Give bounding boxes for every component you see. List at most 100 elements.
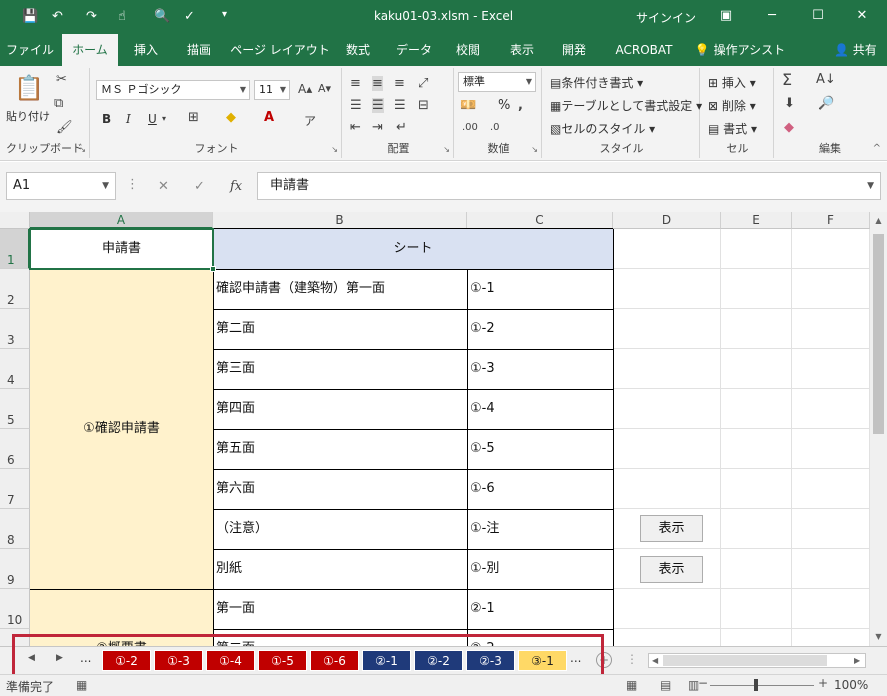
cell-c8[interactable]: ①-注 bbox=[470, 509, 610, 549]
row-header-8[interactable]: 8 bbox=[0, 509, 30, 549]
zoom-in-icon[interactable]: + bbox=[818, 676, 828, 690]
cell-styles-button[interactable]: ▧セルのスタイル ▾ bbox=[550, 120, 655, 137]
show-button-row8[interactable]: 表示 bbox=[640, 515, 703, 542]
format-cells-button[interactable]: ▤ 書式 ▾ bbox=[708, 120, 757, 137]
name-box[interactable]: A1 ▼ bbox=[6, 172, 116, 200]
scroll-right-icon[interactable]: ▶ bbox=[854, 654, 860, 667]
tab-review[interactable]: 校閲 bbox=[446, 34, 490, 66]
fill-handle[interactable] bbox=[210, 266, 216, 272]
row-header-10[interactable]: 10 bbox=[0, 589, 30, 629]
zoom-level[interactable]: 100% bbox=[834, 678, 868, 692]
row-header-5[interactable]: 5 bbox=[0, 389, 30, 429]
cell-b2[interactable]: 確認申請書（建築物）第一面 bbox=[216, 269, 466, 309]
tab-formulas[interactable]: 数式 bbox=[336, 34, 380, 66]
close-button[interactable]: ✕ bbox=[852, 6, 872, 26]
zoom-slider[interactable] bbox=[710, 685, 814, 686]
scroll-left-icon[interactable]: ◀ bbox=[652, 654, 658, 667]
horizontal-scroll-thumb[interactable] bbox=[663, 655, 827, 666]
paste-icon[interactable]: 📋 bbox=[14, 74, 44, 102]
tab-insert[interactable]: 挿入 bbox=[124, 34, 168, 66]
number-format-select[interactable]: 標準 ▼ bbox=[458, 72, 536, 92]
row-header-4[interactable]: 4 bbox=[0, 349, 30, 389]
align-middle-icon[interactable]: ≡ bbox=[372, 76, 383, 91]
cell-c10[interactable]: ②-1 bbox=[470, 589, 610, 629]
worksheet-grid[interactable]: A B C D E F 1 2 3 4 5 6 7 8 9 10 申請書 シート… bbox=[0, 212, 870, 646]
page-layout-view-icon[interactable]: ▤ bbox=[660, 678, 671, 692]
row-header-6[interactable]: 6 bbox=[0, 429, 30, 469]
normal-view-icon[interactable]: ▦ bbox=[626, 678, 637, 692]
wrap-text-icon[interactable]: ↵ bbox=[396, 120, 407, 135]
tab-home[interactable]: ホーム bbox=[62, 34, 118, 66]
tab-page-layout[interactable]: ページ レイアウト bbox=[230, 34, 330, 66]
align-bottom-icon[interactable]: ≡ bbox=[394, 76, 405, 91]
splitter-icon[interactable]: ⋮ bbox=[626, 652, 638, 666]
cell-b5[interactable]: 第四面 bbox=[216, 389, 466, 429]
font-launcher-icon[interactable]: ↘ bbox=[331, 145, 338, 154]
column-header-e[interactable]: E bbox=[721, 212, 792, 229]
cell-b10[interactable]: 第一面 bbox=[216, 589, 466, 629]
clipboard-launcher-icon[interactable]: ↘ bbox=[79, 145, 86, 154]
row-header-3[interactable]: 3 bbox=[0, 309, 30, 349]
vertical-scrollbar[interactable]: ▲ ▼ bbox=[870, 212, 887, 646]
cell-b9[interactable]: 別紙 bbox=[216, 549, 466, 589]
cell-b1[interactable]: シート bbox=[213, 229, 613, 269]
borders-icon[interactable]: ⊞ bbox=[188, 110, 199, 125]
collapse-ribbon-icon[interactable]: ^ bbox=[873, 143, 881, 154]
enter-icon[interactable]: ✓ bbox=[194, 179, 205, 194]
underline-button[interactable]: U bbox=[148, 112, 157, 126]
scroll-down-icon[interactable]: ▼ bbox=[870, 632, 887, 641]
cell-c2[interactable]: ①-1 bbox=[470, 269, 610, 309]
column-header-f[interactable]: F bbox=[792, 212, 870, 229]
insert-function-button[interactable]: fx bbox=[230, 179, 242, 194]
maximize-button[interactable]: ☐ bbox=[808, 6, 828, 26]
cell-b8[interactable]: （注意） bbox=[216, 509, 466, 549]
cell-c9[interactable]: ①-別 bbox=[470, 549, 610, 589]
column-header-c[interactable]: C bbox=[467, 212, 613, 229]
scroll-up-icon[interactable]: ▲ bbox=[870, 216, 887, 225]
align-top-icon[interactable]: ≡ bbox=[350, 76, 361, 91]
align-left-icon[interactable]: ☰ bbox=[350, 98, 362, 113]
tab-file[interactable]: ファイル bbox=[4, 34, 56, 66]
tab-acrobat[interactable]: ACROBAT bbox=[604, 34, 684, 66]
cell-b4[interactable]: 第三面 bbox=[216, 349, 466, 389]
chevron-down-icon[interactable]: ▾ bbox=[162, 114, 166, 123]
orientation-icon[interactable]: ⤢ bbox=[418, 76, 428, 91]
tab-tell-me[interactable]: 💡 操作アシスト bbox=[694, 34, 786, 66]
align-center-icon[interactable]: ☰ bbox=[372, 98, 384, 113]
find-select-icon[interactable]: 🔎 bbox=[818, 96, 834, 111]
cell-c7[interactable]: ①-6 bbox=[470, 469, 610, 509]
cell-c4[interactable]: ①-3 bbox=[470, 349, 610, 389]
formula-input[interactable]: 申請書 ▼ bbox=[257, 172, 881, 200]
align-right-icon[interactable]: ☰ bbox=[394, 98, 406, 113]
select-all-corner[interactable] bbox=[0, 212, 30, 229]
column-header-a[interactable]: A bbox=[30, 212, 213, 229]
cut-icon[interactable]: ✂ bbox=[56, 72, 67, 87]
format-painter-icon[interactable]: 🖌 bbox=[56, 120, 73, 135]
macro-record-icon[interactable]: ▦ bbox=[76, 678, 87, 692]
format-as-table-button[interactable]: ▦テーブルとして書式設定 ▾ bbox=[550, 97, 702, 114]
increase-decimal-icon[interactable]: .00 bbox=[462, 122, 478, 133]
grow-font-icon[interactable]: A▴ bbox=[298, 82, 312, 96]
cancel-icon[interactable]: ✕ bbox=[158, 179, 169, 194]
zoom-out-icon[interactable]: − bbox=[698, 676, 708, 690]
conditional-format-button[interactable]: ▤条件付き書式 ▾ bbox=[550, 74, 643, 91]
percent-button[interactable]: % bbox=[498, 98, 510, 113]
vertical-scroll-thumb[interactable] bbox=[873, 234, 884, 434]
show-button-row9[interactable]: 表示 bbox=[640, 556, 703, 583]
insert-cells-button[interactable]: ⊞ 挿入 ▾ bbox=[708, 74, 756, 91]
paste-button[interactable]: 貼り付け bbox=[6, 108, 50, 124]
copy-icon[interactable]: ⧉ bbox=[54, 96, 63, 111]
sort-filter-icon[interactable]: A↓ bbox=[816, 72, 836, 87]
bold-button[interactable]: B bbox=[102, 112, 111, 126]
row-header-9[interactable]: 9 bbox=[0, 549, 30, 589]
cell-b6[interactable]: 第五面 bbox=[216, 429, 466, 469]
cell-b3[interactable]: 第二面 bbox=[216, 309, 466, 349]
tab-developer[interactable]: 開発 bbox=[552, 34, 596, 66]
tab-draw[interactable]: 描画 bbox=[176, 34, 222, 66]
alignment-launcher-icon[interactable]: ↘ bbox=[443, 145, 450, 154]
row-header-7[interactable]: 7 bbox=[0, 469, 30, 509]
fill-icon[interactable]: ⬇ bbox=[784, 96, 795, 111]
sign-in-link[interactable]: サインイン bbox=[636, 9, 696, 26]
font-name-select[interactable]: ＭＳ Ｐゴシック ▼ bbox=[96, 80, 250, 100]
cell-c3[interactable]: ①-2 bbox=[470, 309, 610, 349]
